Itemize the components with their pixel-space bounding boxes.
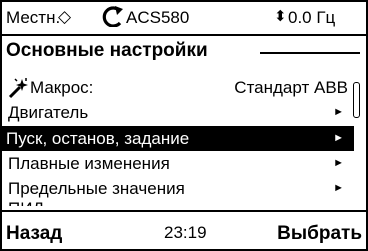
chevron-right-icon: ► bbox=[333, 132, 344, 144]
menu-item-value: Стандарт ABB bbox=[234, 78, 348, 97]
clock: 23:19 bbox=[164, 223, 207, 242]
back-softkey[interactable]: Назад bbox=[6, 223, 62, 245]
menu-item-ramps[interactable]: Плавные изменения ► bbox=[4, 151, 350, 176]
menu-item-motor[interactable]: Двигатель ► bbox=[4, 100, 350, 125]
menu-item-partial[interactable]: ПИД bbox=[8, 198, 348, 206]
control-panel-display: Местн. ◇ ACS580 ⬍ 0.0 Гц Основные настро… bbox=[0, 0, 368, 251]
scrollbar-thumb[interactable] bbox=[353, 82, 360, 118]
menu-title: Основные настройки bbox=[6, 40, 208, 61]
select-softkey[interactable]: Выбрать bbox=[277, 223, 362, 245]
drive-name: ACS580 bbox=[126, 8, 190, 27]
drive-rotation-icon bbox=[102, 6, 123, 27]
softkey-bar: Назад 23:19 Выбрать bbox=[2, 210, 366, 251]
control-location[interactable]: Местн. bbox=[6, 8, 60, 28]
menu-item-label: Двигатель bbox=[8, 103, 89, 122]
menu-item-label: Плавные изменения bbox=[8, 154, 170, 173]
menu-item-macro[interactable]: Макрос: Стандарт ABB bbox=[4, 75, 350, 100]
menu-item-label: Пуск, останов, задание bbox=[6, 129, 190, 148]
location-diamond-icon: ◇ bbox=[58, 7, 72, 26]
title-divider bbox=[260, 52, 360, 54]
up-down-arrows-icon: ⬍ bbox=[274, 8, 287, 25]
macro-wand-icon bbox=[8, 78, 28, 99]
chevron-right-icon: ► bbox=[333, 157, 344, 169]
chevron-right-icon: ► bbox=[333, 106, 344, 118]
menu-item-label: Макрос: bbox=[30, 78, 94, 97]
status-bar: Местн. ◇ ACS580 ⬍ 0.0 Гц bbox=[2, 2, 366, 36]
menu-item-start-stop-reference[interactable]: Пуск, останов, задание ► bbox=[2, 126, 354, 151]
output-frequency: 0.0 Гц bbox=[288, 8, 336, 27]
